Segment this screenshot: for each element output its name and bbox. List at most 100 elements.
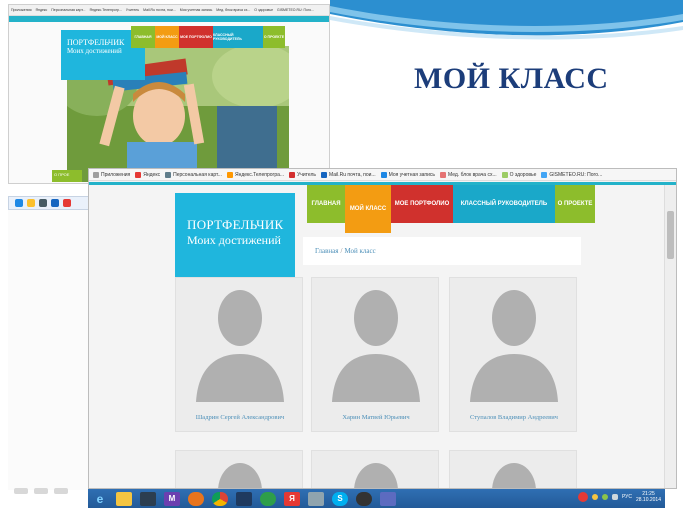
bookmark-account[interactable]: Моя учетная запись	[380, 171, 436, 178]
explorer-icon[interactable]	[116, 491, 132, 506]
nav-home[interactable]: ГЛАВНАЯ	[307, 185, 345, 223]
bookmark[interactable]: Приложения	[11, 8, 31, 12]
bookmark-health[interactable]: О здоровье	[501, 171, 536, 178]
bookmark-label: Приложения	[101, 171, 131, 178]
computer-icon[interactable]	[39, 199, 47, 207]
left-bottom-tools	[14, 488, 68, 494]
clock[interactable]: 21:25 28.10.2014	[636, 491, 661, 503]
background-about-tab[interactable]: О ПРОЕ	[52, 170, 82, 182]
bookmark-label: Мед. блок врача сх...	[448, 171, 497, 178]
background-site: ПОРТФЕЛЬЧИК Моих достижений ГЛАВНАЯ МОЙ …	[9, 16, 329, 183]
bookmark[interactable]: Мед. блок врача сх...	[216, 8, 250, 12]
player-icon[interactable]	[356, 491, 372, 506]
bookmark[interactable]: О здоровье	[254, 8, 273, 12]
slide-title: МОЙ КЛАСС	[414, 62, 609, 95]
mail-icon[interactable]: M	[164, 491, 180, 506]
bookmarks-bar: Приложения Яндекс Персональная карт... Я…	[89, 169, 676, 181]
breadcrumb: Главная / Мой класс	[303, 237, 581, 265]
skype-icon[interactable]: S	[332, 491, 348, 506]
left-toolbar	[8, 196, 92, 210]
tray-app-icon[interactable]	[577, 492, 588, 502]
student-name[interactable]: Харин Матвей Юрьевич	[312, 414, 440, 421]
firefox-icon[interactable]	[188, 491, 204, 506]
bookmark[interactable]: Персональная карт...	[51, 8, 85, 12]
nav-item[interactable]: МОЕ ПОРТФОЛИО	[179, 26, 213, 48]
background-nav: ГЛАВНАЯ МОЙ КЛАСС МОЕ ПОРТФОЛИО КЛАССНЫЙ…	[131, 26, 285, 48]
bookmark-teacher[interactable]: Учитель	[289, 171, 317, 178]
bookmark-label: Учитель	[297, 171, 317, 178]
folder-icon[interactable]	[27, 199, 35, 207]
site-logo[interactable]: ПОРТФЕЛЬЧИК Моих достижений	[175, 193, 295, 279]
tool-icon[interactable]	[54, 488, 68, 494]
tool-icon[interactable]	[34, 488, 48, 494]
blog-icon	[440, 171, 447, 178]
tray-icon[interactable]	[591, 494, 598, 500]
bookmark-personal-card[interactable]: Персональная карт...	[165, 171, 222, 178]
breadcrumb-home[interactable]: Главная	[315, 247, 339, 255]
volume-icon[interactable]	[611, 494, 618, 500]
bookmark[interactable]: Яндекс.Телепрогр...	[89, 8, 121, 12]
bookmark-label: Яндекс	[143, 171, 161, 178]
chrome-icon[interactable]	[212, 491, 228, 506]
health-icon	[501, 171, 508, 178]
bookmark-apps[interactable]: Приложения	[93, 171, 131, 178]
yandex-icon[interactable]: Я	[284, 491, 300, 506]
bookmark-tv-program[interactable]: Яндекс.Телепрогра...	[226, 171, 284, 178]
logo-subtitle: Моих достижений	[187, 233, 281, 247]
bookmark[interactable]: GISMETEO.RU: Пого...	[277, 8, 314, 12]
bookmark-label: GISMETEO.RU: Пого...	[549, 171, 603, 178]
sound-icon[interactable]	[308, 491, 324, 506]
avatar-placeholder-icon	[196, 290, 284, 402]
avatar-placeholder-icon	[218, 463, 262, 488]
nav-item[interactable]: О ПРОЕКТЕ	[263, 26, 285, 48]
bookmark[interactable]: Яндекс	[35, 8, 47, 12]
nav-my-portfolio[interactable]: МОЕ ПОРТФОЛИО	[391, 185, 453, 223]
scrollbar-thumb[interactable]	[667, 211, 674, 259]
main-browser-window: Приложения Яндекс Персональная карт... Я…	[88, 168, 677, 489]
student-card[interactable]: Шадрин Сергей Александрович	[175, 277, 303, 432]
mail-icon	[321, 171, 328, 178]
account-icon	[380, 171, 387, 178]
bookmark-gismeteo[interactable]: GISMETEO.RU: Пого...	[541, 171, 603, 178]
nav-about[interactable]: О ПРОЕКТЕ	[555, 185, 595, 223]
student-card[interactable]: Харин Матвей Юрьевич	[311, 277, 439, 432]
tool-icon[interactable]	[14, 488, 28, 494]
student-card[interactable]: Ступалов Владимир Андреевич	[449, 277, 577, 432]
network-icon[interactable]	[601, 494, 608, 500]
student-card[interactable]	[449, 450, 577, 488]
vertical-scrollbar[interactable]	[664, 185, 676, 488]
system-tray: РУС 21:25 28.10.2014	[577, 491, 661, 503]
avatar-placeholder-icon	[332, 290, 420, 402]
breadcrumb-separator: /	[340, 247, 343, 255]
bookmark-med-blog[interactable]: Мед. блок врача сх...	[440, 171, 497, 178]
nav-item[interactable]: МОЙ КЛАСС	[155, 26, 179, 48]
site-content: ПОРТФЕЛЬЧИК Моих достижений ГЛАВНАЯ МОЙ …	[89, 185, 664, 488]
main-nav: ГЛАВНАЯ МОЙ КЛАСС МОЕ ПОРТФОЛИО КЛАССНЫЙ…	[307, 185, 595, 233]
logo-title: ПОРТФЕЛЬЧИК	[187, 217, 284, 232]
nav-item[interactable]: ГЛАВНАЯ	[131, 26, 155, 48]
bookmark-yandex[interactable]: Яндекс	[135, 171, 161, 178]
bookmark[interactable]: Mail.Ru почта, пои...	[143, 8, 176, 12]
student-card[interactable]	[175, 450, 303, 488]
nav-item[interactable]: КЛАССНЫЙ РУКОВОДИТЕЛЬ	[213, 26, 263, 48]
bookmark[interactable]: Учитель	[126, 8, 139, 12]
mail-icon[interactable]	[51, 199, 59, 207]
document-icon[interactable]	[380, 491, 396, 506]
ie-icon[interactable]: e	[92, 492, 108, 506]
nav-my-class[interactable]: МОЙ КЛАСС	[345, 185, 391, 233]
bookmark[interactable]: Моя учетная запись	[180, 8, 213, 12]
language-indicator[interactable]: РУС	[622, 494, 632, 500]
app-icon[interactable]	[63, 199, 71, 207]
ie-icon[interactable]	[15, 199, 23, 207]
clock-date: 28.10.2014	[635, 497, 661, 503]
student-name[interactable]: Ступалов Владимир Андреевич	[450, 414, 578, 421]
student-card[interactable]	[311, 450, 439, 488]
computer-icon[interactable]	[140, 491, 156, 506]
media-icon[interactable]	[260, 491, 276, 506]
bookmark-mailru[interactable]: Mail.Ru почта, пои...	[321, 171, 376, 178]
bookmark-label: Моя учетная запись	[388, 171, 436, 178]
nav-class-teacher[interactable]: КЛАССНЫЙ РУКОВОДИТЕЛЬ	[453, 185, 555, 223]
app-icon[interactable]	[236, 491, 252, 506]
teacher-icon	[289, 171, 296, 178]
student-name[interactable]: Шадрин Сергей Александрович	[176, 414, 304, 421]
